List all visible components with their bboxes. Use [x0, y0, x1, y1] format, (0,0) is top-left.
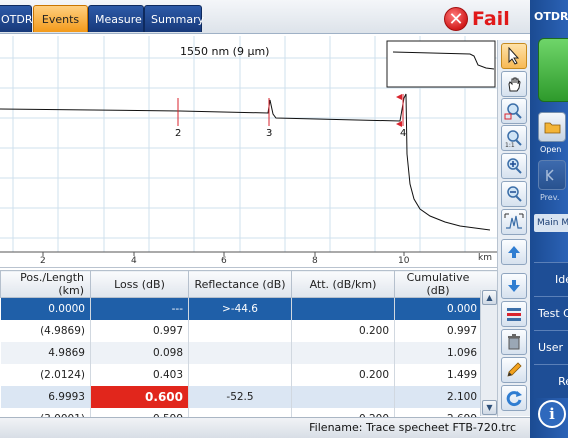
zoom-fit-icon[interactable]: 1:1 — [501, 125, 527, 151]
table-toolbar — [497, 270, 530, 416]
open-label: Open — [540, 145, 562, 154]
col-header-position[interactable]: Pos./Length (km) — [0, 270, 91, 298]
event-marker-2: 2 — [175, 128, 181, 139]
cell-reflectance — [188, 363, 292, 386]
svg-text:1:1: 1:1 — [505, 142, 515, 148]
scroll-up-icon[interactable]: ▲ — [482, 290, 497, 305]
scroll-down-icon[interactable]: ▼ — [482, 400, 497, 415]
zoom-in-icon[interactable] — [501, 153, 527, 179]
cell-loss: --- — [90, 297, 189, 320]
refresh-icon[interactable] — [501, 385, 527, 411]
pointer-tool-icon[interactable] — [501, 43, 527, 69]
zoom-out-icon[interactable] — [501, 181, 527, 207]
col-header-loss[interactable]: Loss (dB) — [90, 270, 189, 298]
table-row[interactable]: 0.0000 --- >-44.6 0.000 — [0, 297, 498, 320]
menu-item-user[interactable]: User — [534, 330, 568, 364]
cell-position: 0.0000 — [0, 297, 91, 320]
graph-toolbar: 1:1 — [497, 40, 530, 272]
open-button[interactable] — [538, 112, 566, 142]
tab-bar: OTDR Events Measure Summary ✕ Fail — [0, 0, 530, 34]
panel-title: OTDR — [534, 10, 568, 23]
status-bar: Filename: Trace specheet FTB-720.trc — [0, 417, 530, 438]
x-tick-6: 6 — [221, 256, 227, 266]
arrow-up-icon[interactable] — [501, 239, 527, 265]
info-icon[interactable]: i — [538, 400, 566, 428]
filename-label: Filename: Trace specheet FTB-720.trc — [309, 421, 516, 434]
col-header-reflectance[interactable]: Reflectance (dB) — [188, 270, 292, 298]
cell-reflectance — [188, 341, 292, 364]
trash-icon[interactable] — [501, 329, 527, 355]
folder-icon — [544, 122, 561, 134]
zoom-area-icon[interactable] — [501, 98, 527, 124]
table-row[interactable]: 4.9869 0.098 1.096 — [0, 341, 498, 364]
trace-line — [0, 93, 491, 231]
cell-reflectance: >-44.6 — [188, 297, 292, 320]
events-table: Pos./Length (km) Loss (dB) Reflectance (… — [0, 270, 498, 430]
cell-position: (4.9869) — [0, 319, 91, 342]
fail-x-icon: ✕ — [444, 7, 468, 31]
hand-pan-icon[interactable] — [501, 71, 527, 97]
cell-reflectance — [188, 319, 292, 342]
x-tick-2: 2 — [40, 256, 46, 266]
col-header-attenuation[interactable]: Att. (dB/km) — [291, 270, 395, 298]
cell-attenuation — [291, 297, 395, 320]
right-side-panel: OTDR Open Prev. Main M Ide Test C User R… — [530, 0, 568, 438]
cell-loss: 0.098 — [90, 341, 189, 364]
x-tick-10: 10 — [398, 256, 410, 266]
start-button[interactable] — [538, 38, 568, 102]
x-tick-4: 4 — [131, 256, 137, 266]
main-menu-header: Main M — [534, 214, 568, 232]
cell-attenuation: 0.200 — [291, 363, 395, 386]
menu-item-test-config[interactable]: Test C — [534, 296, 568, 330]
menu-item-report[interactable]: Re — [534, 364, 568, 398]
cell-loss: 0.403 — [90, 363, 189, 386]
previous-trace-icon — [546, 169, 554, 181]
x-unit: km — [478, 253, 492, 263]
arrow-down-icon[interactable] — [501, 273, 527, 299]
fail-status: ✕ Fail — [444, 6, 510, 32]
previous-label: Prev. — [540, 193, 560, 202]
tab-events[interactable]: Events — [33, 5, 88, 32]
trace-svg: 2 4 6 8 10 km 2 3 4 — [0, 36, 497, 266]
tab-summary[interactable]: Summary — [144, 5, 204, 32]
table-row[interactable]: 6.9993 0.600 -52.5 2.100 — [0, 385, 498, 408]
tab-measure[interactable]: Measure — [88, 5, 144, 32]
cell-reflectance: -52.5 — [188, 385, 292, 408]
x-tick-8: 8 — [312, 256, 318, 266]
cell-loss: 0.997 — [90, 319, 189, 342]
table-row[interactable]: (4.9869) 0.997 0.200 0.997 — [0, 319, 498, 342]
cell-position: (2.0124) — [0, 363, 91, 386]
event-table-settings-icon[interactable] — [501, 301, 527, 327]
overview-thumbnail — [386, 40, 496, 88]
table-scrollbar[interactable]: ▲ ▼ — [480, 290, 497, 416]
cell-loss-fail: 0.600 — [90, 385, 189, 408]
wavelength-label: 1550 nm (9 µm) — [180, 45, 270, 58]
fail-label: Fail — [472, 8, 510, 30]
menu-item-identification[interactable]: Ide — [534, 262, 568, 296]
event-marker-3: 3 — [266, 128, 272, 139]
cell-position: 6.9993 — [0, 385, 91, 408]
cell-position: 4.9869 — [0, 341, 91, 364]
full-view-icon[interactable] — [501, 209, 527, 235]
otdr-trace-graph[interactable]: 2 4 6 8 10 km 2 3 4 1550 nm (9 µm) — [0, 34, 497, 268]
event-marker-4: 4 — [400, 128, 406, 139]
previous-button[interactable] — [538, 160, 566, 190]
edit-pencil-icon[interactable] — [501, 357, 527, 383]
cell-attenuation — [291, 385, 395, 408]
table-row[interactable]: (2.0124) 0.403 0.200 1.499 — [0, 363, 498, 386]
cell-attenuation: 0.200 — [291, 319, 395, 342]
tab-otdr[interactable]: OTDR — [0, 5, 33, 32]
cell-attenuation — [291, 341, 395, 364]
